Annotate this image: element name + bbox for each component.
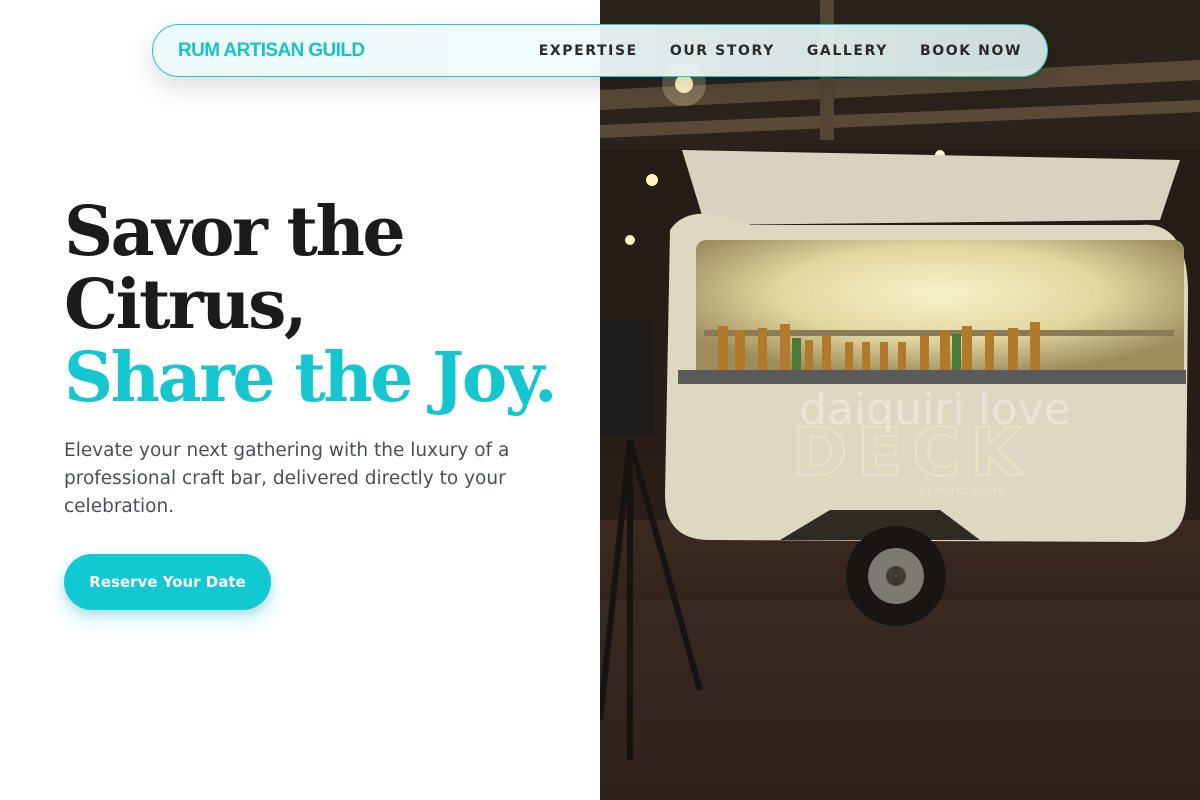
nav-link-our-story[interactable]: OUR STORY bbox=[670, 43, 775, 59]
nav-link-gallery[interactable]: GALLERY bbox=[807, 43, 888, 59]
hero-title-line-1: Savor the bbox=[64, 192, 406, 272]
hero-photo-bar-trailer: daiquiri love DECK BY SOTTO FORTE bbox=[600, 0, 1200, 800]
sign-main-text: DECK bbox=[792, 414, 1031, 491]
nav-link-expertise[interactable]: EXPERTISE bbox=[539, 43, 638, 59]
hero-section: Savor the Citrus, Share the Joy. Elevate… bbox=[64, 196, 584, 610]
top-navbar: RUM ARTISAN GUILD EXPERTISE OUR STORY GA… bbox=[152, 24, 1048, 77]
reserve-date-button[interactable]: Reserve Your Date bbox=[64, 554, 271, 610]
hero-subtitle: Elevate your next gathering with the lux… bbox=[64, 440, 510, 517]
nav-link-book-now[interactable]: BOOK NOW bbox=[920, 43, 1022, 59]
hero-title: Savor the Citrus, Share the Joy. bbox=[64, 196, 584, 415]
hero-title-line-2: Citrus, bbox=[64, 265, 308, 345]
sign-small-text: BY SOTTO FORTE bbox=[919, 487, 1004, 498]
brand-logo-link[interactable]: RUM ARTISAN GUILD bbox=[178, 40, 365, 62]
nav-links: EXPERTISE OUR STORY GALLERY BOOK NOW bbox=[539, 43, 1022, 59]
hero-title-line-3: Share the Joy. bbox=[64, 338, 558, 418]
